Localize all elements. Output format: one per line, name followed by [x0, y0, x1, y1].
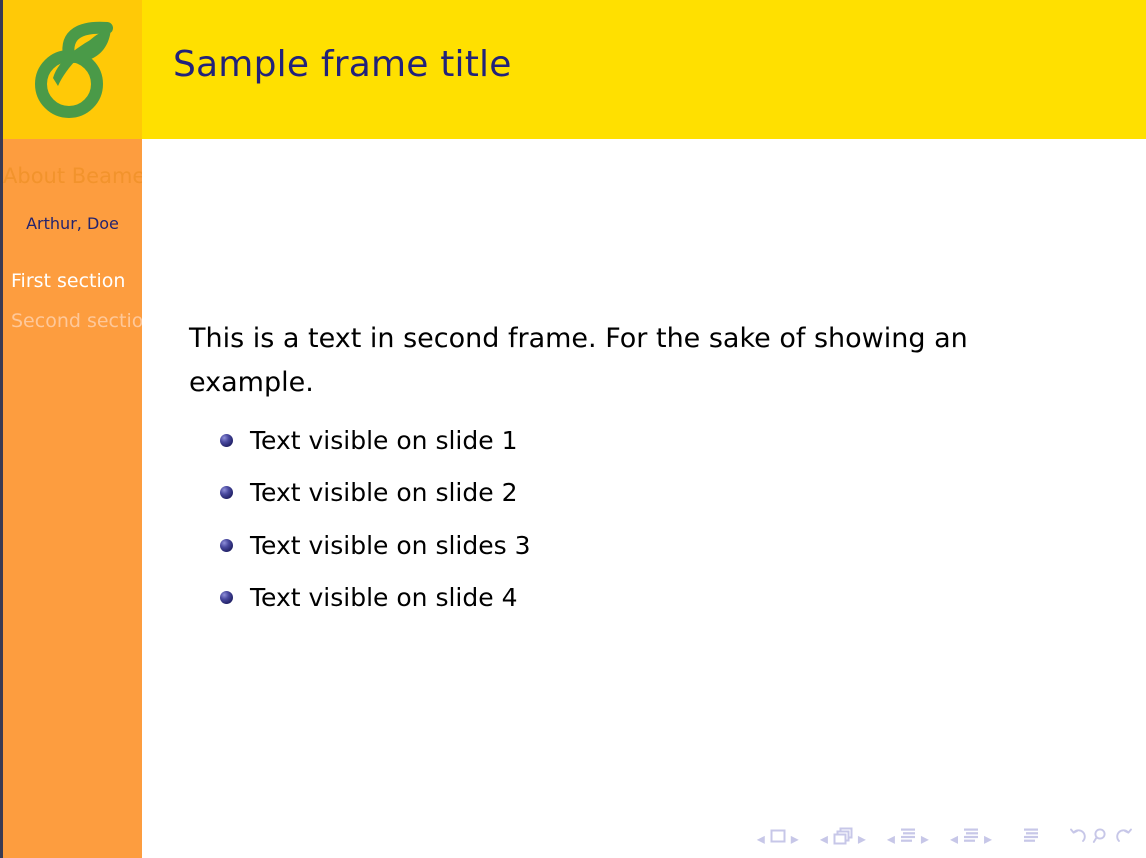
title-bar: Sample frame title	[142, 0, 1146, 139]
back-arrow-icon[interactable]	[1068, 827, 1088, 849]
nav-group-utility	[1068, 827, 1134, 849]
stacked-frames-icon[interactable]	[832, 827, 854, 849]
sidebar-presentation-title: About Beamer	[3, 164, 154, 188]
next-subsection-button[interactable]: ▸	[921, 829, 929, 848]
lines-icon[interactable]	[1022, 827, 1040, 849]
prev-slide-button[interactable]: ◂	[757, 829, 765, 848]
next-frame-button[interactable]: ▸	[858, 829, 866, 848]
prev-frame-button[interactable]: ◂	[820, 829, 828, 848]
sidebar-author: Arthur, Doe	[26, 214, 119, 233]
magnifier-icon[interactable]	[1092, 827, 1110, 849]
square-icon[interactable]	[769, 828, 787, 848]
navigation-symbols: ◂ ▸ ◂ ▸ ◂ ▸ ◂ ▸	[753, 827, 1134, 849]
lines-icon[interactable]	[962, 827, 980, 849]
page-title: Sample frame title	[173, 44, 512, 85]
beamer-sprout-logo-icon	[25, 18, 121, 122]
list-item-label: Text visible on slide 1	[250, 425, 518, 455]
bullet-ball-icon	[220, 591, 233, 605]
forward-arrow-icon[interactable]	[1114, 827, 1134, 849]
list-item: Text visible on slide 4	[220, 572, 531, 625]
sidebar: About Beamer Arthur, Doe First section S…	[3, 139, 155, 858]
nav-group-subsection: ◂ ▸	[883, 827, 933, 849]
next-slide-button[interactable]: ▸	[791, 829, 799, 848]
next-section-button[interactable]: ▸	[984, 829, 992, 848]
list-item-label: Text visible on slide 4	[250, 583, 518, 613]
beamer-slide: Sample frame title About Beamer Arthur, …	[0, 0, 1146, 858]
prev-subsection-button[interactable]: ◂	[887, 829, 895, 848]
list-item: Text visible on slide 2	[220, 467, 531, 520]
prev-section-button[interactable]: ◂	[950, 829, 958, 848]
nav-group-presentation	[1022, 827, 1040, 849]
slide-body: This is a text in second frame. For the …	[142, 139, 1146, 858]
sidebar-item-second-section[interactable]: Second section	[3, 312, 155, 331]
list-item-label: Text visible on slides 3	[250, 530, 531, 560]
list-item-label: Text visible on slide 2	[250, 478, 518, 508]
bullet-list: Text visible on slide 1 Text visible on …	[220, 414, 531, 624]
list-item: Text visible on slides 3	[220, 519, 531, 572]
body-paragraph: This is a text in second frame. For the …	[189, 323, 968, 398]
bullet-ball-icon	[220, 433, 233, 447]
logo-block	[3, 0, 142, 139]
sidebar-item-first-section[interactable]: First section	[3, 272, 142, 291]
bullet-ball-icon	[220, 486, 233, 500]
nav-group-slide: ◂ ▸	[753, 828, 803, 848]
bullet-ball-icon	[220, 538, 233, 552]
list-item: Text visible on slide 1	[220, 414, 531, 467]
nav-group-frame: ◂ ▸	[816, 827, 870, 849]
nav-group-section: ◂ ▸	[946, 827, 996, 849]
lines-icon[interactable]	[899, 827, 917, 849]
